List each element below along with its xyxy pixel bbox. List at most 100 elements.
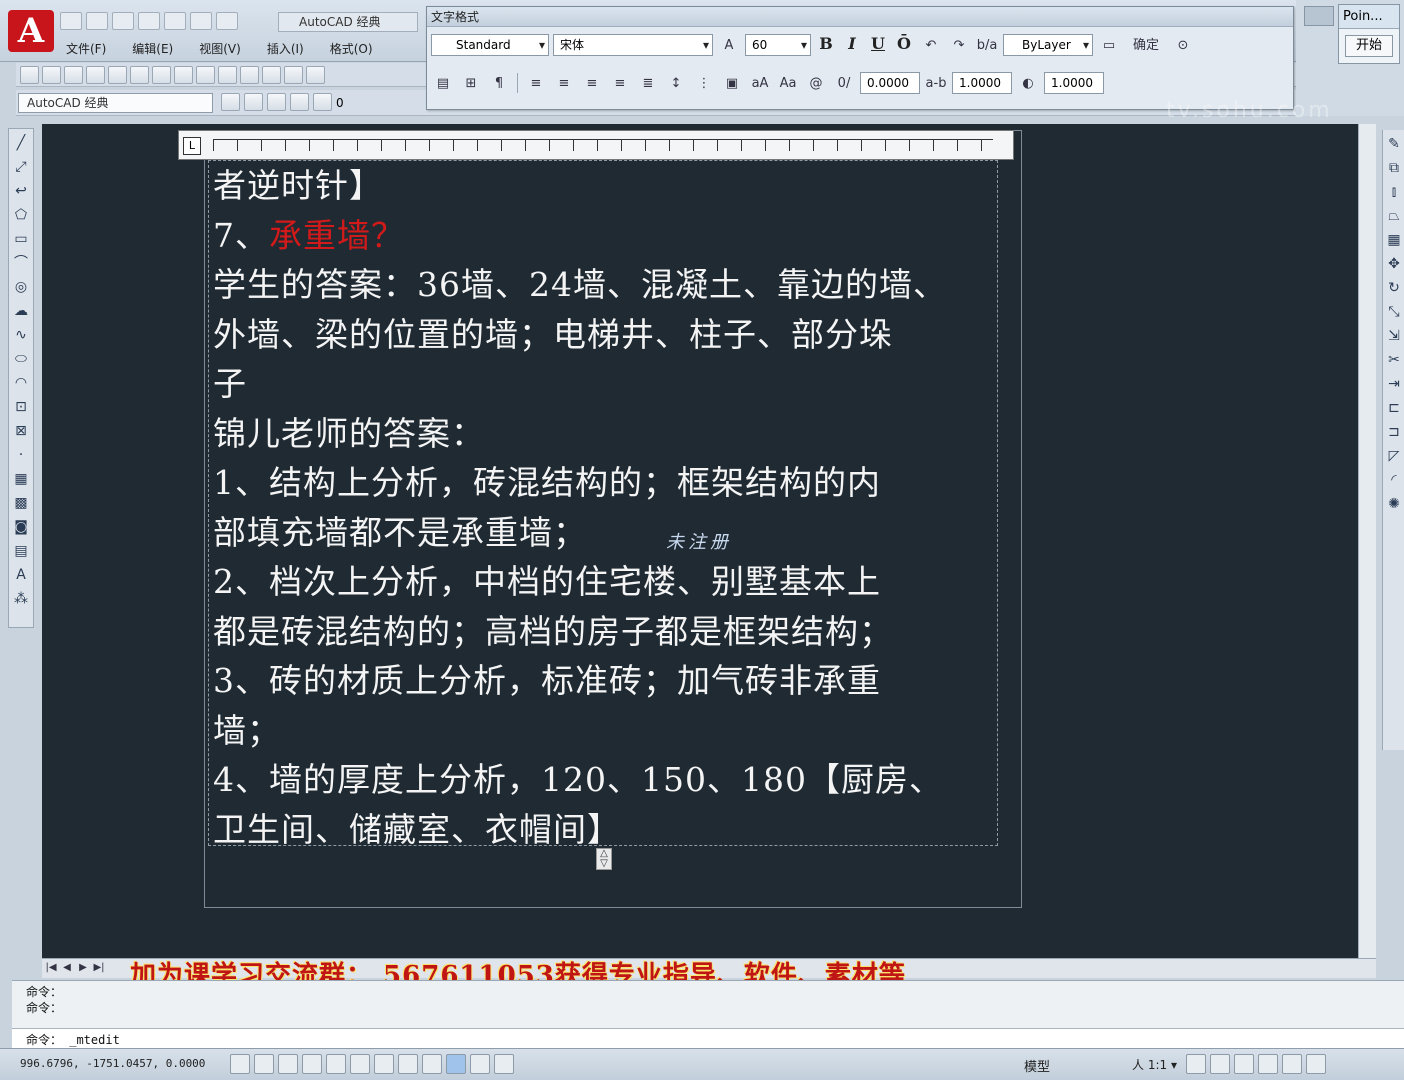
justify-icon[interactable]: ≡ <box>608 72 632 94</box>
text-height-select[interactable]: 60 <box>745 34 811 56</box>
redo-button[interactable] <box>216 12 238 30</box>
insert-block-icon[interactable]: ⊡ <box>11 397 31 417</box>
width-factor-icon[interactable]: ◐ <box>1016 72 1040 94</box>
isolate-objects-icon[interactable] <box>1258 1054 1278 1074</box>
align-center-icon[interactable]: ≡ <box>552 72 576 94</box>
hatch-icon[interactable]: ▦ <box>11 469 31 489</box>
line-spacing-icon[interactable]: ↕ <box>664 72 688 94</box>
start-button[interactable]: 开始 <box>1345 35 1393 57</box>
command-input[interactable]: 命令： _mtedit <box>12 1028 1404 1048</box>
array-icon[interactable]: ▦ <box>1384 230 1404 250</box>
align-right-icon[interactable]: ≡ <box>580 72 604 94</box>
spline-icon[interactable]: ∿ <box>11 325 31 345</box>
table-icon[interactable]: ▤ <box>11 541 31 561</box>
lineweight-toggle[interactable] <box>422 1054 442 1074</box>
redo-icon[interactable] <box>306 65 325 84</box>
italic-button[interactable]: I <box>841 34 863 56</box>
menu-edit[interactable]: 编辑(E) <box>122 38 183 59</box>
trim-icon[interactable]: ✂ <box>1384 350 1404 370</box>
lowercase-icon[interactable]: Aa <box>776 72 800 94</box>
bold-button[interactable]: B <box>815 34 837 56</box>
numbering-icon[interactable]: ⋮ <box>692 72 716 94</box>
workspace-switcher[interactable]: AutoCAD 经典 <box>278 12 418 32</box>
snap-toggle[interactable] <box>230 1054 250 1074</box>
preview-icon[interactable] <box>108 65 127 84</box>
columns-icon[interactable]: ▤ <box>431 72 455 94</box>
ruler-toggle-icon[interactable]: ▭ <box>1097 34 1121 56</box>
paragraph-icon[interactable]: ¶ <box>487 72 511 94</box>
rotate-icon[interactable]: ↻ <box>1384 278 1404 298</box>
menu-format[interactable]: 格式(O) <box>320 38 383 59</box>
extend-icon[interactable]: ⇥ <box>1384 374 1404 394</box>
next-tab-icon[interactable]: ▶ <box>76 960 90 976</box>
plot-icon[interactable] <box>86 65 105 84</box>
offset-icon[interactable]: ⏢ <box>1384 206 1404 226</box>
overline-button[interactable]: Ō <box>893 34 915 56</box>
tracking-icon[interactable]: a-b <box>924 72 948 94</box>
distribute-icon[interactable]: ≣ <box>636 72 660 94</box>
color-select[interactable]: ByLayer <box>1003 34 1093 56</box>
mirror-icon[interactable]: ⫾ <box>1384 182 1404 202</box>
stack-icon[interactable]: b/a <box>975 34 999 56</box>
scale-icon[interactable]: ⤡ <box>1384 302 1404 322</box>
new-file-button[interactable] <box>60 12 82 30</box>
region-icon[interactable]: ◙ <box>11 517 31 537</box>
3d-dwf-icon[interactable] <box>152 65 171 84</box>
menu-insert[interactable]: 插入(I) <box>257 38 314 59</box>
print-button[interactable] <box>164 12 186 30</box>
undo-icon[interactable] <box>284 65 303 84</box>
prev-tab-icon[interactable]: ◀ <box>60 960 74 976</box>
copy-icon[interactable] <box>196 65 215 84</box>
match-prop-icon[interactable] <box>240 65 259 84</box>
drawing-canvas[interactable]: L 者逆时针】 7、承重墙？ 学生的答案：36墙、24墙、混凝土、靠边的墙、 外… <box>42 124 1358 958</box>
app-menu-button[interactable]: A <box>8 10 54 52</box>
new-icon[interactable] <box>20 65 39 84</box>
grid-toggle[interactable] <box>254 1054 274 1074</box>
mtext-editor[interactable]: 者逆时针】 7、承重墙？ 学生的答案：36墙、24墙、混凝土、靠边的墙、 外墙、… <box>208 160 998 849</box>
minimize-button[interactable] <box>1304 6 1334 26</box>
justification-icon[interactable]: ⊞ <box>459 72 483 94</box>
rectangle-icon[interactable]: ▭ <box>11 229 31 249</box>
first-tab-icon[interactable]: |◀ <box>44 960 58 976</box>
cut-icon[interactable] <box>174 65 193 84</box>
break-icon[interactable]: ⊏ <box>1384 398 1404 418</box>
save-icon[interactable] <box>64 65 83 84</box>
lock-ui-icon[interactable] <box>1210 1054 1230 1074</box>
options-icon[interactable]: ⊙ <box>1171 34 1195 56</box>
clean-screen-icon[interactable] <box>1306 1054 1326 1074</box>
uppercase-icon[interactable]: aA <box>748 72 772 94</box>
fillet-icon[interactable]: ◜ <box>1384 470 1404 490</box>
align-left-icon[interactable]: ≡ <box>524 72 548 94</box>
circle-icon[interactable]: ◎ <box>11 277 31 297</box>
font-select[interactable]: 宋体 <box>553 34 713 56</box>
status-bar-menu-icon[interactable] <box>1282 1054 1302 1074</box>
ellipse-arc-icon[interactable]: ◠ <box>11 373 31 393</box>
construction-line-icon[interactable]: ⤢ <box>11 157 31 177</box>
lightbulb-icon[interactable] <box>267 93 286 111</box>
annotation-scale[interactable]: 人 1:1 ▾ <box>1132 1056 1177 1073</box>
ortho-toggle[interactable] <box>278 1054 298 1074</box>
menu-view[interactable]: 视图(V) <box>189 38 251 59</box>
copy-object-icon[interactable]: ⧉ <box>1384 158 1404 178</box>
open-icon[interactable] <box>42 65 61 84</box>
save-button[interactable] <box>112 12 134 30</box>
last-tab-icon[interactable]: ▶| <box>92 960 106 976</box>
sun-icon[interactable] <box>290 93 309 111</box>
tab-type-button[interactable]: L <box>183 137 201 155</box>
publish-icon[interactable] <box>130 65 149 84</box>
workspace-combo[interactable]: AutoCAD 经典 <box>18 93 213 113</box>
block-editor-icon[interactable] <box>262 65 281 84</box>
selection-cycling-toggle[interactable] <box>470 1054 490 1074</box>
revision-cloud-icon[interactable]: ☁ <box>11 301 31 321</box>
make-block-icon[interactable]: ⊠ <box>11 421 31 441</box>
menu-file[interactable]: 文件(F) <box>56 38 116 59</box>
otrack-toggle[interactable] <box>350 1054 370 1074</box>
annotative-icon[interactable]: A <box>717 34 741 56</box>
tracking-input[interactable]: 1.0000 <box>952 72 1012 94</box>
text-format-title[interactable]: 文字格式 <box>427 7 1293 27</box>
arc-icon[interactable]: ⌒ <box>11 253 31 273</box>
polyline-icon[interactable]: ↩ <box>11 181 31 201</box>
ok-button[interactable]: 确定 <box>1125 34 1167 56</box>
model-space-label[interactable]: 模型 <box>1024 1056 1050 1075</box>
polar-toggle[interactable] <box>302 1054 322 1074</box>
